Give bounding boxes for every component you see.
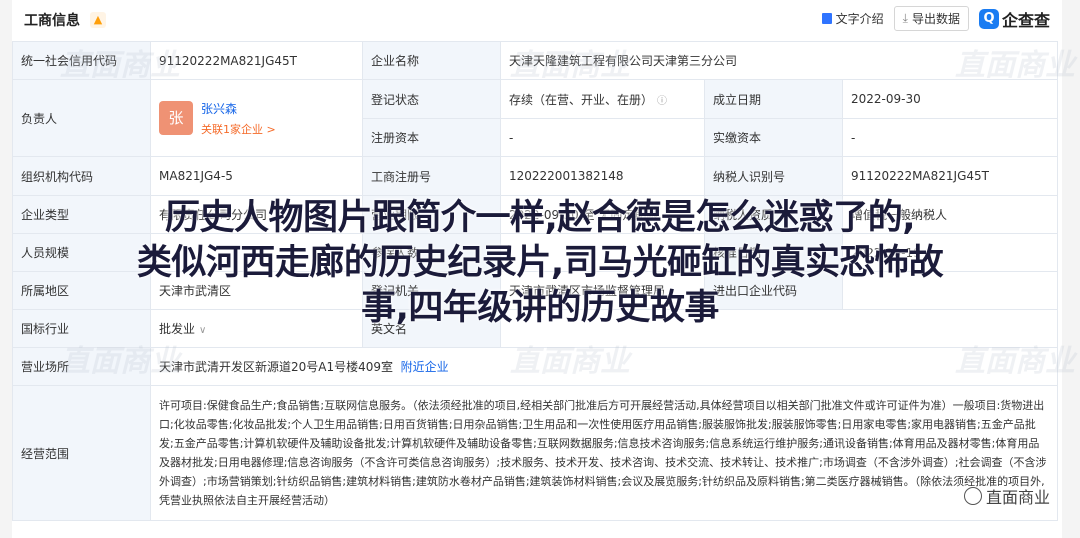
- watermark: 直面商业: [510, 48, 630, 83]
- corner-watermark: 直面商业: [963, 484, 1050, 508]
- info-icon[interactable]: ⓘ: [657, 96, 667, 107]
- wechat-icon: [963, 487, 982, 505]
- brand-logo[interactable]: Q 企查查: [978, 7, 1050, 31]
- export-label: 导出数据: [911, 12, 960, 26]
- section-title: 工商信息: [24, 13, 80, 29]
- table-row: 负责人 张 张兴森 关联1家企业 > 登记状态 存续（在营、开业、在册） ⓘ 成立…: [12, 79, 1058, 157]
- watermark: 直面商业: [60, 48, 180, 83]
- reg-capital-value: -: [500, 118, 705, 157]
- scope-label: 经营范围: [12, 385, 151, 521]
- taxpayer-id-label: 纳税人识别号: [704, 156, 843, 196]
- reg-status-value: 存续（在营、开业、在册） ⓘ: [500, 79, 705, 119]
- est-date-label: 成立日期: [704, 79, 843, 119]
- overlay-line-3: 事,四年级讲的历史故事: [361, 288, 719, 328]
- overlay-line-2: 类似河西走廊的历史纪录片,司马光砸缸的真实恐怖故: [136, 243, 944, 283]
- header-actions: 文字介绍 ⤓ 导出数据 Q 企查查: [821, 6, 1050, 31]
- text-intro-button[interactable]: 文字介绍: [821, 10, 884, 27]
- legal-person-cell: 张 张兴森 关联1家企业 >: [150, 79, 363, 157]
- table-row: 经营范围 许可项目:保健食品生产;食品销售;互联网信息服务。（依法须经批准的项目…: [12, 385, 1058, 521]
- document-icon: [821, 13, 832, 24]
- person-associated-link[interactable]: 关联1家企业 >: [201, 121, 276, 137]
- overlay-line-1: 历史人物图片跟简介一样,赵合德是怎么迷惑了的,: [164, 198, 916, 238]
- avatar: 张: [159, 101, 193, 135]
- overlay-caption: 历史人物图片跟简介一样,赵合德是怎么迷惑了的, 类似河西走廊的历史纪录片,司马光…: [0, 196, 1080, 331]
- reg-no-label: 工商注册号: [362, 156, 501, 196]
- paid-capital-value: -: [842, 118, 1058, 157]
- legal-person-label: 负责人: [12, 79, 151, 157]
- corner-watermark-text: 直面商业: [985, 488, 1050, 507]
- watermark: 直面商业: [510, 344, 630, 379]
- est-date-value: 2022-09-30: [842, 79, 1058, 119]
- text-intro-label: 文字介绍: [835, 12, 884, 26]
- export-data-button[interactable]: ⤓ 导出数据: [893, 6, 969, 31]
- watermark: 直面商业: [955, 344, 1075, 379]
- taxpayer-id-value: 91120222MA821JG45T: [842, 156, 1058, 196]
- credit-code-value: 91120222MA821JG45T: [150, 41, 363, 80]
- person-name-link[interactable]: 张兴森: [201, 100, 276, 117]
- reg-capital-label: 注册资本: [362, 118, 501, 157]
- company-name-label: 企业名称: [362, 41, 501, 80]
- table-row: 组织机构代码 MA821JG4-5 工商注册号 120222001382148 …: [12, 156, 1058, 196]
- org-code-value: MA821JG4-5: [150, 156, 363, 196]
- card-header: 工商信息 ▲ 文字介绍 ⤓ 导出数据 Q 企查查: [12, 0, 1062, 40]
- nearby-companies-link[interactable]: 附近企业: [401, 360, 449, 374]
- brand-name: 企查查: [1001, 10, 1050, 30]
- watermark: 直面商业: [955, 48, 1075, 83]
- reg-no-value: 120222001382148: [500, 156, 705, 196]
- watermark: 直面商业: [60, 344, 180, 379]
- org-code-label: 组织机构代码: [12, 156, 151, 196]
- reg-status-label: 登记状态: [362, 79, 501, 119]
- brand-logo-icon: Q: [978, 8, 999, 29]
- scope-value: 许可项目:保健食品生产;食品销售;互联网信息服务。（依法须经批准的项目,经相关部…: [150, 385, 1058, 521]
- reg-status-text: 存续（在营、开业、在册）: [509, 92, 654, 107]
- bell-icon[interactable]: ▲: [90, 12, 106, 28]
- paid-capital-label: 实缴资本: [704, 118, 843, 157]
- address-text: 天津市武清开发区新源道20号A1号楼409室: [159, 360, 394, 374]
- download-icon: ⤓: [902, 11, 908, 25]
